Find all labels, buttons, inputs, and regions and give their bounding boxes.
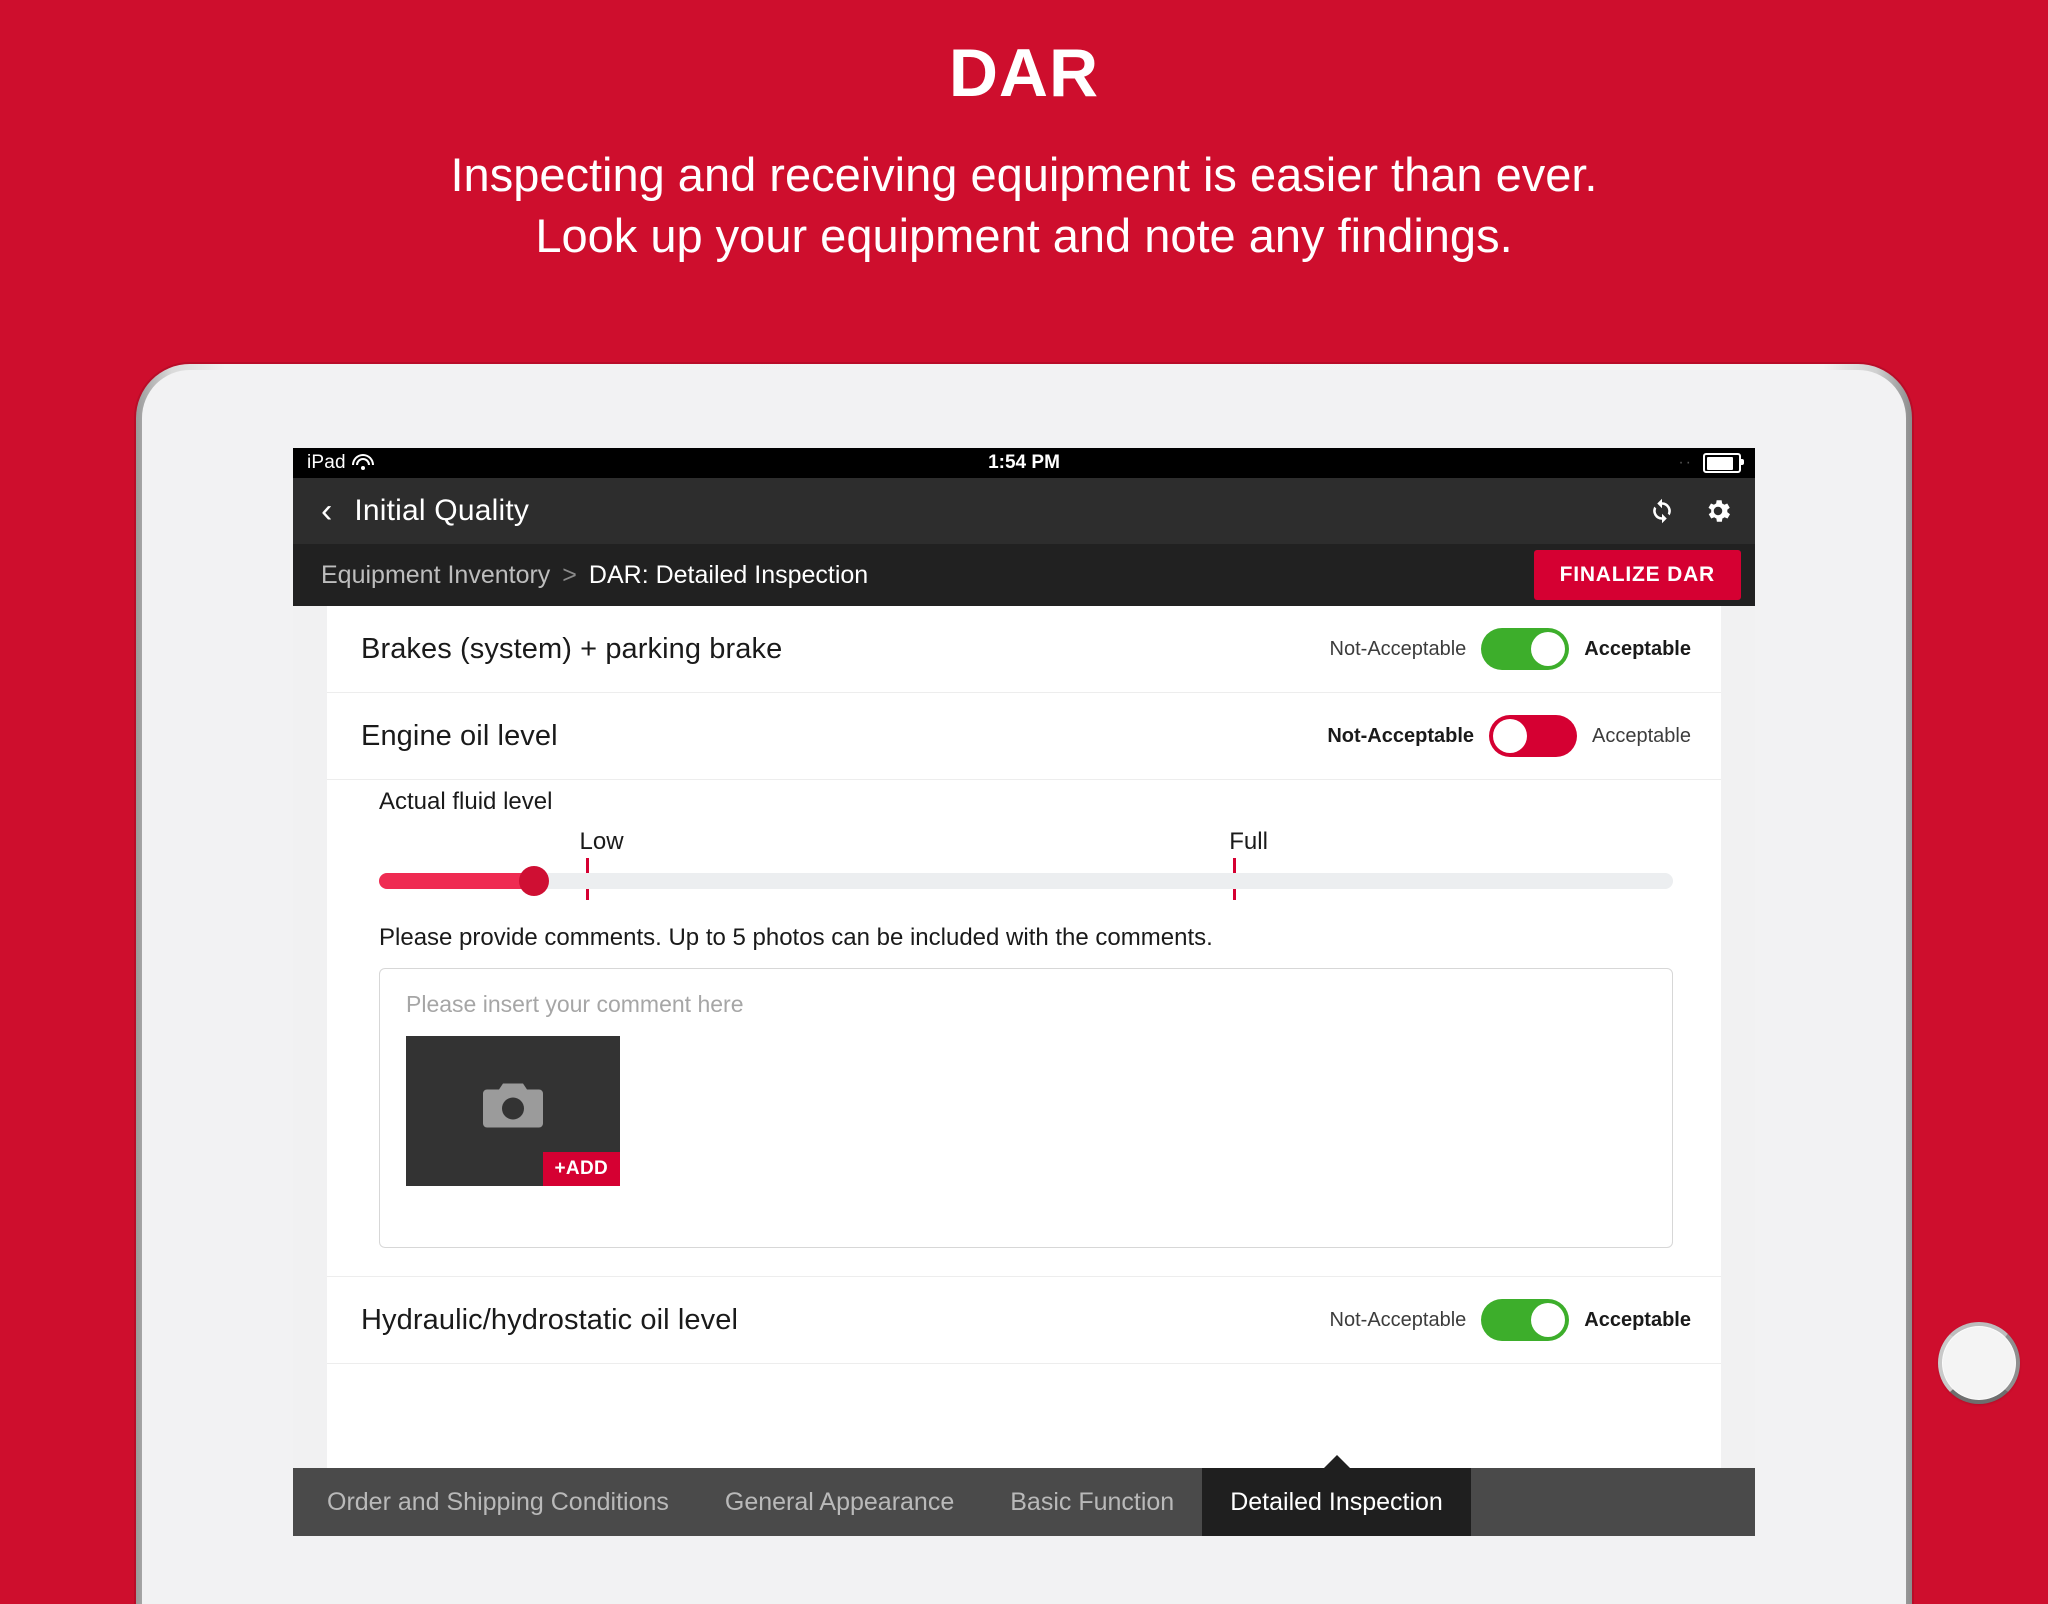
not-acceptable-label: Not-Acceptable	[1327, 724, 1475, 747]
sync-refresh-icon[interactable]	[1647, 496, 1677, 526]
right-gutter	[1721, 606, 1755, 1468]
promo-subtitle-line-2: Look up your equipment and note any find…	[535, 208, 1513, 262]
tab-order-and-shipping-conditions[interactable]: Order and Shipping Conditions	[293, 1468, 697, 1536]
comments-help-text: Please provide comments. Up to 5 photos …	[379, 924, 1213, 951]
camera-icon	[481, 1080, 545, 1137]
acceptability-toggle-group: Not-Acceptable Acceptable	[1330, 1299, 1691, 1341]
page-title: Initial Quality	[354, 494, 530, 527]
device-name-label: iPad	[307, 452, 346, 473]
app-nav-bar: ‹ Initial Quality	[293, 478, 1755, 544]
left-gutter	[293, 606, 327, 1468]
slider-low-label: Low	[579, 828, 624, 855]
slider-thumb[interactable]	[519, 866, 550, 896]
breadcrumb-current: DAR: Detailed Inspection	[588, 560, 869, 589]
acceptability-toggle-group: Not-Acceptable Acceptable	[1330, 628, 1691, 670]
breadcrumb-bar: Equipment Inventory > DAR: Detailed Insp…	[293, 544, 1755, 606]
acceptability-switch[interactable]	[1481, 628, 1570, 670]
wifi-icon	[351, 453, 374, 471]
acceptable-label: Acceptable	[1584, 1308, 1691, 1331]
slider-fill	[379, 873, 535, 889]
inspection-item-title: Brakes (system) + parking brake	[361, 632, 783, 665]
battery-icon	[1703, 453, 1744, 473]
home-button[interactable]	[1938, 1322, 2020, 1404]
switch-knob	[1531, 1303, 1566, 1337]
status-bar-right: ··	[1678, 453, 1744, 473]
status-bar-clock: 1:54 PM	[988, 452, 1060, 473]
promo-title: DAR	[948, 35, 1100, 111]
photo-upload-tile[interactable]: +ADD	[406, 1036, 620, 1186]
switch-knob	[1531, 632, 1566, 666]
engine-oil-detail-panel: Actual fluid level Low Full Please provi…	[327, 788, 1721, 1277]
gear-icon[interactable]	[1703, 496, 1733, 526]
acceptability-switch[interactable]	[1489, 715, 1578, 757]
add-photo-button[interactable]: +ADD	[542, 1152, 620, 1186]
acceptable-label: Acceptable	[1592, 724, 1691, 747]
table-row[interactable]: Brakes (system) + parking brake Not-Acce…	[327, 606, 1721, 693]
breadcrumb-parent-link[interactable]: Equipment Inventory	[321, 561, 550, 590]
acceptability-toggle-group: Not-Acceptable Acceptable	[1327, 715, 1691, 757]
status-bar-dots: ··	[1678, 454, 1693, 471]
finalize-dar-button[interactable]: FINALIZE DAR	[1533, 550, 1741, 600]
inspection-item-title: Engine oil level	[361, 719, 558, 752]
acceptable-label: Acceptable	[1584, 637, 1691, 660]
fluid-level-label: Actual fluid level	[379, 788, 553, 815]
status-bar-left: iPad	[307, 452, 374, 474]
tab-basic-function[interactable]: Basic Function	[982, 1468, 1202, 1536]
promo-subtitle-line-1: Inspecting and receiving equipment is ea…	[450, 148, 1598, 202]
ios-status-bar: iPad 1:54 PM ··	[293, 448, 1755, 478]
back-chevron-icon[interactable]: ‹	[321, 494, 332, 528]
comment-input-box[interactable]: Please insert your comment here +ADD	[379, 968, 1673, 1248]
bottom-tab-bar: Order and Shipping Conditions General Ap…	[293, 1468, 1755, 1536]
switch-knob	[1493, 719, 1528, 753]
tab-general-appearance[interactable]: General Appearance	[697, 1468, 982, 1536]
tab-detailed-inspection[interactable]: Detailed Inspection	[1202, 1468, 1471, 1536]
slider-full-label: Full	[1229, 828, 1268, 855]
content-area: Brakes (system) + parking brake Not-Acce…	[293, 606, 1755, 1468]
fluid-level-slider[interactable]: Low Full	[379, 828, 1673, 906]
inspection-list: Brakes (system) + parking brake Not-Acce…	[327, 606, 1721, 1468]
nav-actions	[1647, 496, 1733, 526]
table-row[interactable]: Hydraulic/hydrostatic oil level Not-Acce…	[327, 1277, 1721, 1364]
table-row[interactable]: Engine oil level Not-Acceptable Acceptab…	[327, 693, 1721, 780]
promo-header: DAR Inspecting and receiving equipment i…	[0, 0, 2048, 266]
not-acceptable-label: Not-Acceptable	[1329, 1308, 1467, 1331]
slider-track[interactable]	[379, 866, 1673, 896]
breadcrumb-separator-icon: >	[562, 560, 577, 589]
not-acceptable-label: Not-Acceptable	[1329, 637, 1467, 660]
ipad-screen: iPad 1:54 PM ·· ‹ Initial Quality Equipm…	[293, 448, 1755, 1536]
comment-placeholder: Please insert your comment here	[406, 991, 744, 1017]
inspection-item-title: Hydraulic/hydrostatic oil level	[361, 1303, 739, 1336]
promo-subtitle: Inspecting and receiving equipment is ea…	[0, 145, 2048, 265]
acceptability-switch[interactable]	[1481, 1299, 1570, 1341]
